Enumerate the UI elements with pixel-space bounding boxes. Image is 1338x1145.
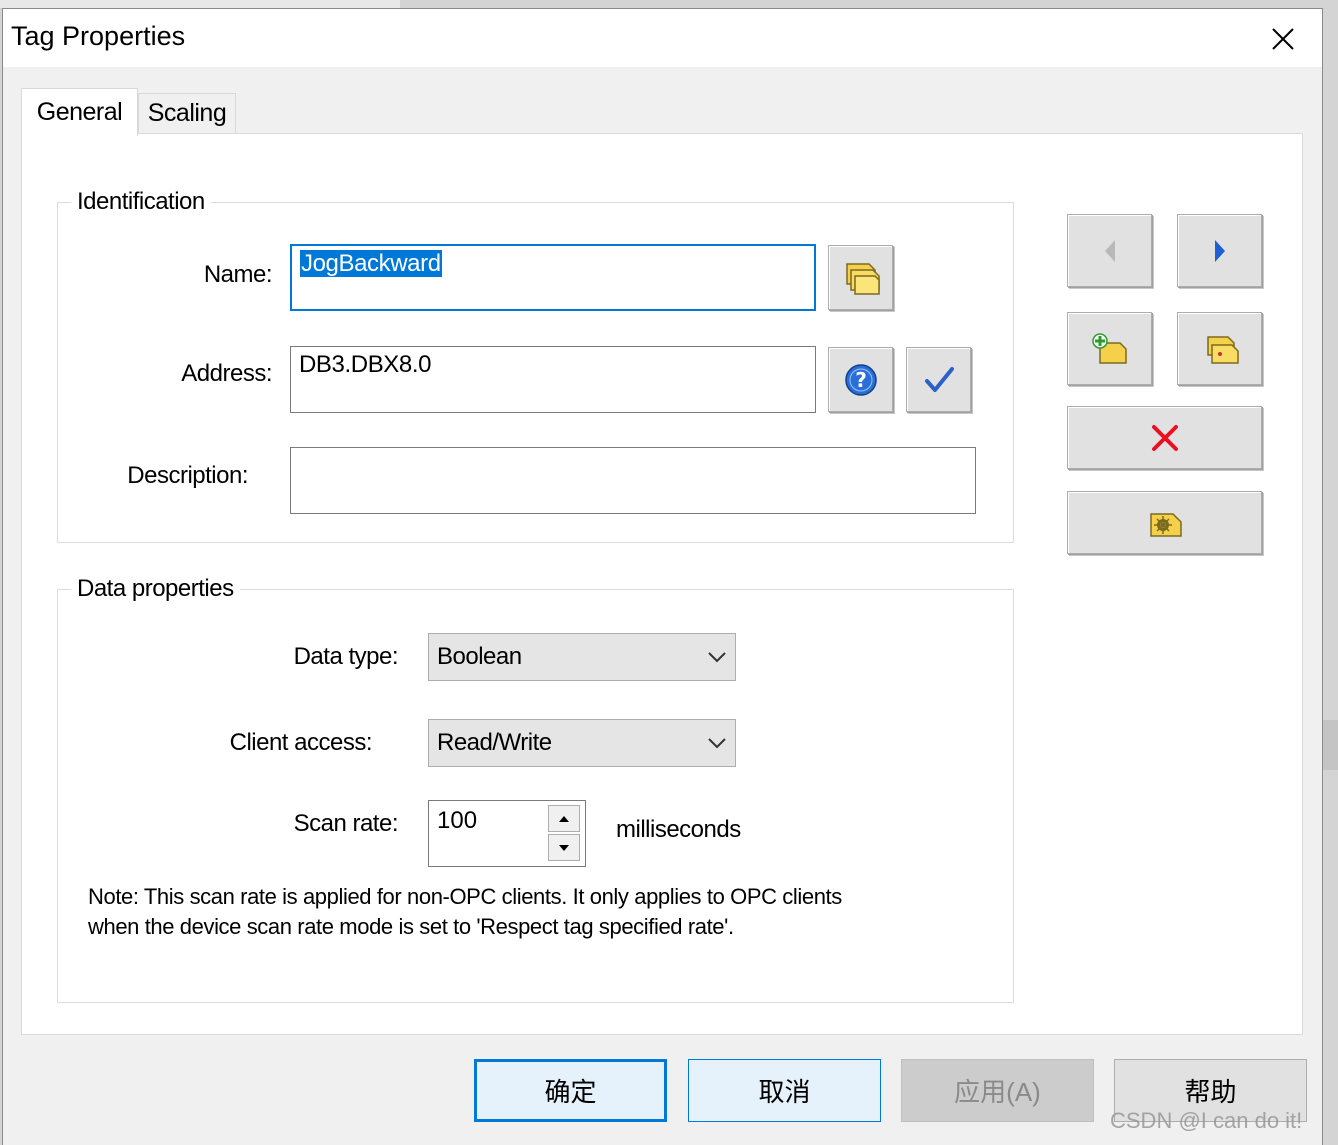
- data-type-selected: Boolean: [437, 643, 522, 670]
- new-tag-button[interactable]: [1067, 312, 1152, 385]
- ok-button[interactable]: 确定: [474, 1059, 667, 1122]
- tag-browse-icon: [845, 262, 880, 295]
- address-field[interactable]: DB3.DBX8.0: [290, 346, 816, 413]
- address-help-button[interactable]: ?: [828, 347, 893, 412]
- delete-tag-button[interactable]: [1067, 406, 1262, 469]
- tab-scaling[interactable]: Scaling: [138, 93, 236, 133]
- duplicate-tag-button[interactable]: [1177, 312, 1262, 385]
- previous-tag-button[interactable]: [1067, 214, 1152, 287]
- scan-rate-increment[interactable]: [548, 805, 580, 832]
- scan-rate-note: Note: This scan rate is applied for non-…: [88, 882, 988, 942]
- chevron-down-icon: [708, 738, 726, 749]
- identification-group-title: Identification: [71, 188, 211, 216]
- auto-generate-tag-button[interactable]: [1067, 491, 1262, 554]
- background-app-toolbar: [0, 0, 400, 8]
- client-access-selected: Read/Write: [437, 729, 552, 756]
- scan-rate-label: Scan rate:: [293, 810, 399, 837]
- description-field[interactable]: [290, 447, 976, 514]
- scan-rate-value: 100: [437, 807, 478, 834]
- address-field-value: DB3.DBX8.0: [299, 351, 432, 378]
- watermark: CSDN @I can do it!: [1110, 1108, 1303, 1133]
- general-tab-panel: Identification Name: JogBackward Address…: [21, 133, 1303, 1035]
- duplicate-tag-icon: [1206, 335, 1239, 364]
- chevron-down-icon: [559, 844, 569, 851]
- checkmark-icon: [924, 366, 954, 392]
- scan-rate-unit: milliseconds: [616, 816, 741, 843]
- background-app-scrollbar: [1323, 720, 1338, 770]
- data-type-select[interactable]: Boolean: [428, 633, 736, 681]
- chevron-down-icon: [708, 652, 726, 663]
- tag-properties-dialog: Tag Properties General Scaling Identific…: [2, 8, 1323, 1145]
- chevron-up-icon: [559, 815, 569, 822]
- dialog-title: Tag Properties: [11, 21, 186, 51]
- next-tag-button[interactable]: [1177, 214, 1262, 287]
- name-field-value: JogBackward: [300, 250, 442, 277]
- browse-tag-button[interactable]: [828, 245, 893, 310]
- validate-address-button[interactable]: [906, 347, 971, 412]
- apply-button[interactable]: 应用(A): [901, 1059, 1094, 1122]
- data-properties-group-title: Data properties: [71, 575, 240, 603]
- previous-tag-icon: [1104, 239, 1115, 262]
- cancel-button[interactable]: 取消: [688, 1059, 881, 1122]
- description-label: Description:: [127, 462, 248, 489]
- title-bar: Tag Properties: [3, 9, 1322, 67]
- data-type-label: Data type:: [293, 643, 399, 670]
- scan-rate-note-line2: when the device scan rate mode is set to…: [88, 914, 734, 939]
- client-access-label: Client access:: [229, 729, 373, 756]
- scan-rate-spinner[interactable]: 100: [428, 800, 586, 867]
- scan-rate-decrement[interactable]: [548, 834, 580, 861]
- client-access-select[interactable]: Read/Write: [428, 719, 736, 767]
- next-tag-icon: [1214, 239, 1225, 262]
- name-label: Name:: [203, 261, 273, 288]
- address-label: Address:: [181, 360, 272, 387]
- svg-text:?: ?: [855, 368, 867, 392]
- tab-general[interactable]: General: [21, 88, 138, 136]
- scan-rate-note-line1: Note: This scan rate is applied for non-…: [88, 884, 842, 909]
- help-icon: ?: [844, 363, 877, 396]
- name-field[interactable]: JogBackward: [290, 244, 816, 311]
- close-button[interactable]: [1259, 15, 1307, 63]
- auto-generate-tag-icon: [1149, 512, 1182, 537]
- close-icon: [1272, 28, 1294, 50]
- new-tag-icon: [1091, 332, 1127, 364]
- delete-tag-icon: [1151, 424, 1178, 451]
